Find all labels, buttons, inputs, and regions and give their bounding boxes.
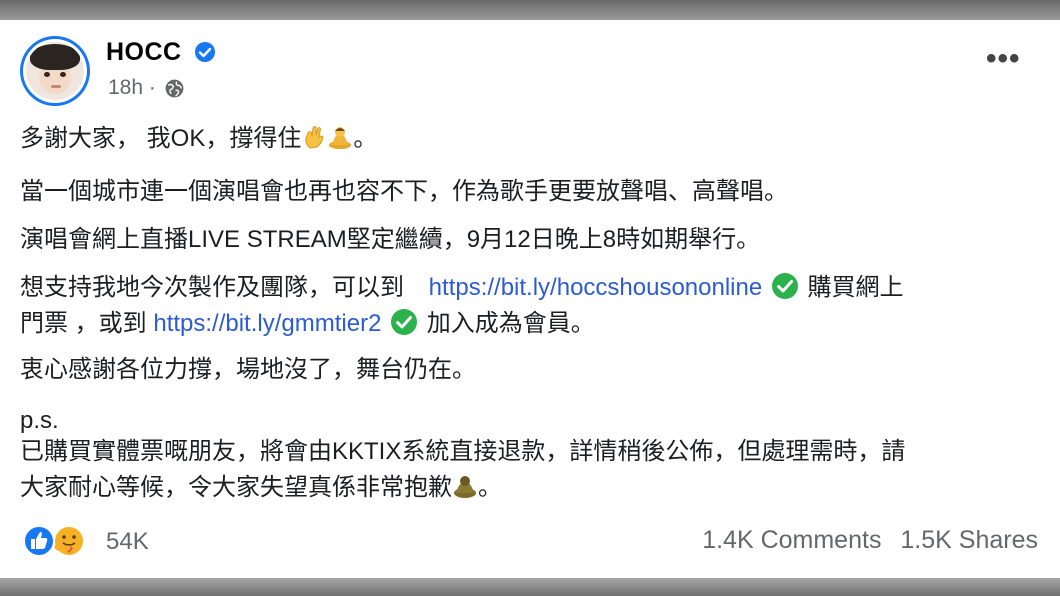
post-line-6: 衷心感謝各位力撐，場地沒了，舞台仍在。: [20, 356, 476, 383]
post-line-3: 演唱會網上直播LIVE STREAM堅定繼續，9月12日晚上8時如期舉行。: [20, 226, 761, 253]
bowing-emoji: [329, 127, 352, 149]
post-timestamp[interactable]: 18h ·: [108, 76, 156, 100]
video-frame-top-band: [0, 0, 1060, 20]
comments-count-link[interactable]: 1.4K Comments: [702, 526, 881, 554]
more-options-button[interactable]: •••: [986, 44, 1024, 74]
reactions-count: 54K: [106, 528, 149, 555]
care-reaction-icon: [53, 525, 85, 557]
folded-hands-emoji: [454, 476, 476, 498]
post-line-1: 多謝大家， 我OK，撐得住 。: [20, 125, 378, 152]
post-line-8: 已購買實體票嘅朋友，將會由KKTIX系統直接退款，詳情稍後公佈，但處理需時，請: [20, 438, 906, 465]
like-reaction-icon: [23, 525, 55, 557]
shares-count-link[interactable]: 1.5K Shares: [900, 526, 1038, 554]
profile-photo: [26, 42, 84, 100]
ticket-link[interactable]: https://bit.ly/hoccshousononline: [429, 274, 763, 301]
post-stats: 1.4K Comments 1.5K Shares: [702, 526, 1038, 555]
green-check-icon: [771, 273, 798, 299]
author-name[interactable]: HOCC: [106, 38, 182, 67]
video-frame-bottom-band: [0, 578, 1060, 596]
post-line-2: 當一個城市連一個演唱會也再也容不下，作為歌手更要放聲唱、高聲唱。: [20, 178, 788, 205]
post-line-9: 大家耐心等候，令大家失望真係非常抱歉 。: [20, 474, 502, 501]
post-line-4: 想支持我地今次製作及團隊，可以到 https://bit.ly/hoccshou…: [20, 273, 904, 301]
facebook-post: HOCC 18h · ••• 多謝大家， 我OK，撐得住 。 當一個城市連一個演…: [0, 20, 1060, 578]
verified-badge-icon: [195, 42, 215, 62]
membership-link[interactable]: https://bit.ly/gmmtier2: [153, 310, 381, 337]
ok-hand-emoji: [305, 126, 324, 149]
post-line-5: 門票 ，或到 https://bit.ly/gmmtier2 加入成為會員。: [20, 309, 595, 337]
green-check-icon: [391, 309, 418, 335]
globe-icon: [165, 79, 184, 98]
avatar[interactable]: [20, 36, 90, 106]
